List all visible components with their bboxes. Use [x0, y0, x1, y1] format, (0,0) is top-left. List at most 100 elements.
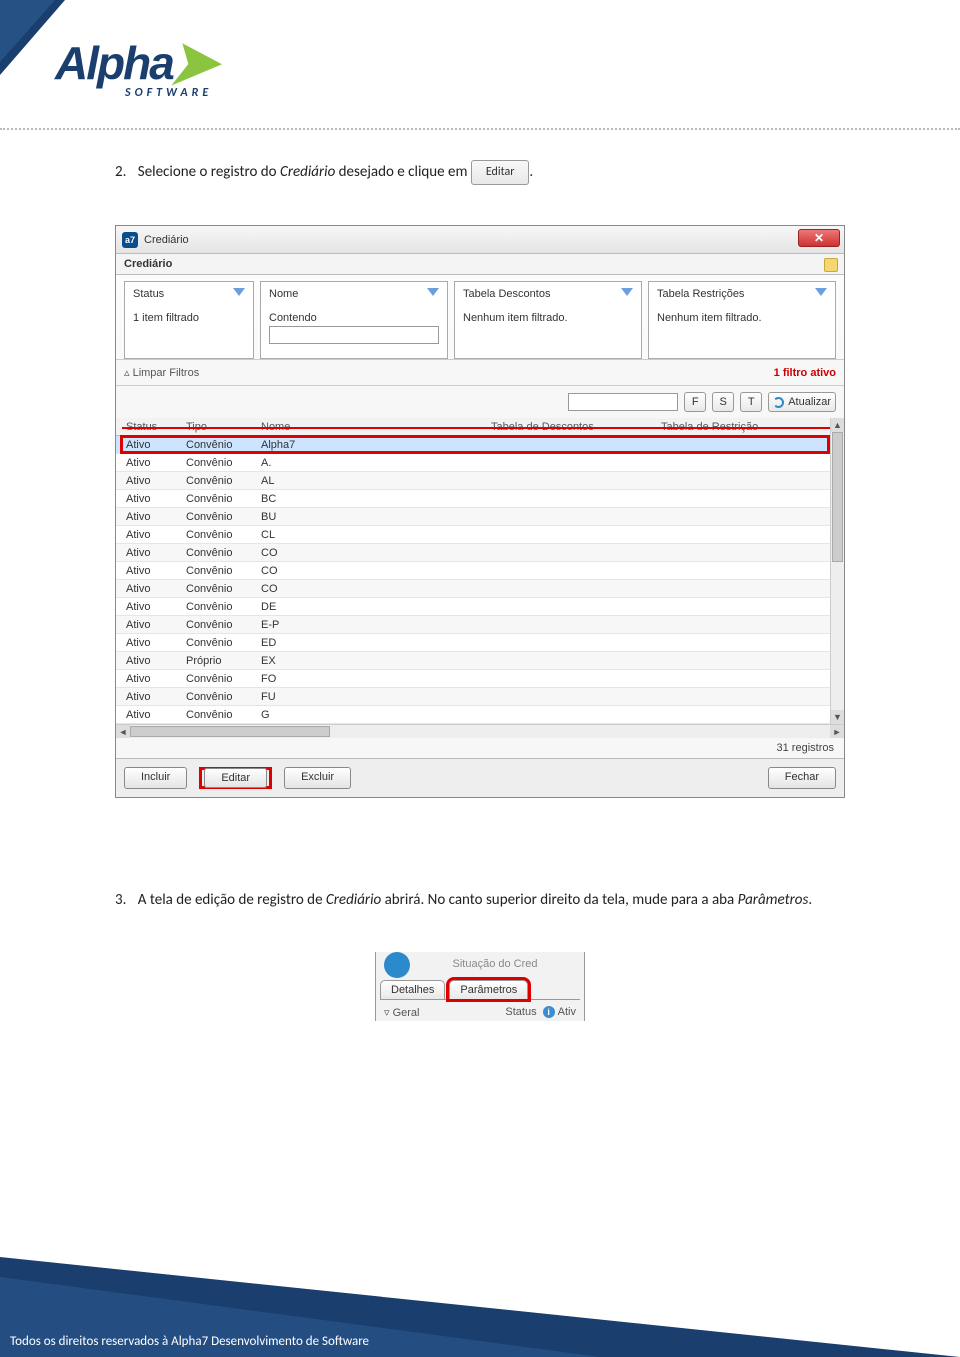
grid-search-input[interactable]	[568, 393, 678, 411]
table-row[interactable]: AtivoConvênioFU	[116, 688, 844, 706]
filter-status[interactable]: Status 1 item filtrado	[124, 281, 254, 359]
filter-s-button[interactable]: S	[712, 392, 734, 412]
table-row[interactable]: AtivoPróprioEX	[116, 652, 844, 670]
cell-tipo: Convênio	[186, 637, 261, 649]
table-row[interactable]: AtivoConvênioCO	[116, 544, 844, 562]
table-row[interactable]: AtivoConvênioCO	[116, 580, 844, 598]
col-header-status[interactable]: Status	[116, 421, 186, 433]
scroll-down-icon[interactable]: ▼	[831, 710, 844, 724]
tabs-row: Detalhes Parâmetros	[380, 980, 580, 999]
inline-editar-button[interactable]: Editar	[471, 160, 530, 185]
page-footer: Alpha7 | Desenvolvimento de Software con…	[0, 1257, 960, 1357]
cell-tipo: Convênio	[186, 709, 261, 721]
vertical-scrollbar[interactable]: ▲ ▼	[830, 418, 844, 724]
cell-tipo: Convênio	[186, 619, 261, 631]
scroll-up-icon[interactable]: ▲	[831, 418, 844, 432]
filter-nome-input[interactable]	[269, 326, 439, 344]
scroll-right-icon[interactable]: ►	[830, 725, 844, 738]
cell-tipo: Convênio	[186, 547, 261, 559]
col-header-nome[interactable]: Nome	[261, 421, 491, 433]
table-row[interactable]: AtivoConvênioED	[116, 634, 844, 652]
limpar-filtros-link[interactable]: Limpar Filtros	[124, 366, 199, 379]
funnel-icon	[815, 288, 827, 300]
blue-circle-icon	[384, 952, 410, 978]
step-3-text-b: abrirá. No canto superior direito da tel…	[381, 891, 737, 909]
window-close-button[interactable]: ✕	[798, 229, 840, 247]
table-row[interactable]: AtivoConvênioDE	[116, 598, 844, 616]
col-header-tdesc[interactable]: Tabela de Descontos	[491, 421, 661, 433]
filter-tabela-descontos[interactable]: Tabela Descontos Nenhum item filtrado.	[454, 281, 642, 359]
step-2-text-b: desejado e clique em	[335, 163, 471, 181]
cell-nome: FU	[261, 691, 491, 703]
cell-nome: A.	[261, 457, 491, 469]
grid-header: Status Tipo Nome Tabela de Descontos Tab…	[116, 418, 844, 436]
filtro-ativo-label: 1 filtro ativo	[774, 367, 836, 379]
step-3-em2: Parâmetros	[738, 891, 809, 909]
cell-status: Ativo	[116, 673, 186, 685]
filter-f-button[interactable]: F	[684, 392, 706, 412]
filter-tabela-restricoes[interactable]: Tabela Restrições Nenhum item filtrado.	[648, 281, 836, 359]
tab-detalhes[interactable]: Detalhes	[380, 980, 445, 999]
table-row[interactable]: AtivoConvênioBC	[116, 490, 844, 508]
table-row[interactable]: AtivoConvênioG	[116, 706, 844, 724]
cell-tipo: Próprio	[186, 655, 261, 667]
cell-tipo: Convênio	[186, 475, 261, 487]
info-icon[interactable]: i	[543, 1006, 555, 1018]
table-row[interactable]: AtivoConvênioBU	[116, 508, 844, 526]
cell-tipo: Convênio	[186, 529, 261, 541]
cell-nome: BC	[261, 493, 491, 505]
cell-tipo: Convênio	[186, 439, 261, 451]
filter-nome-label: Nome	[269, 288, 298, 300]
filter-nome[interactable]: Nome Contendo	[260, 281, 448, 359]
table-row[interactable]: AtivoConvênioAL	[116, 472, 844, 490]
cell-nome: CO	[261, 565, 491, 577]
ss2-top-fragment: Situação do Cred	[380, 956, 580, 978]
grid-area: Status Tipo Nome Tabela de Descontos Tab…	[116, 418, 844, 724]
footer-copyright: Todos os direitos reservados à Alpha7 De…	[10, 1334, 369, 1349]
window-menubar: Crediário	[116, 254, 844, 275]
cell-status: Ativo	[116, 457, 186, 469]
excluir-button[interactable]: Excluir	[284, 767, 351, 789]
table-row[interactable]: AtivoConvênioE-P	[116, 616, 844, 634]
fechar-button[interactable]: Fechar	[768, 767, 836, 789]
table-row[interactable]: AtivoConvênioCO	[116, 562, 844, 580]
cell-status: Ativo	[116, 709, 186, 721]
cell-status: Ativo	[116, 691, 186, 703]
cell-nome: BU	[261, 511, 491, 523]
scrollbar-thumb[interactable]	[832, 432, 843, 562]
filter-t-button[interactable]: T	[740, 392, 762, 412]
col-header-trest[interactable]: Tabela de Restrição	[661, 421, 830, 433]
window-titlebar: a7 Crediário ✕	[116, 226, 844, 254]
cell-nome: Alpha7	[261, 439, 491, 451]
col-header-tipo[interactable]: Tipo	[186, 421, 261, 433]
hscroll-thumb[interactable]	[130, 726, 330, 737]
table-row[interactable]: AtivoConvênioAlpha7	[116, 436, 844, 454]
help-icon[interactable]	[824, 258, 838, 272]
editar-highlight: Editar	[199, 767, 272, 789]
table-row[interactable]: AtivoConvênioCL	[116, 526, 844, 544]
grid-status-line: 31 registros	[116, 738, 844, 758]
funnel-icon	[233, 288, 245, 300]
registros-count: 31 registros	[777, 742, 834, 754]
scroll-left-icon[interactable]: ◄	[116, 725, 130, 738]
atualizar-button[interactable]: Atualizar	[768, 392, 836, 412]
horizontal-scrollbar[interactable]: ◄ ►	[116, 724, 844, 738]
geral-label[interactable]: ▿ Geral	[384, 1006, 419, 1019]
page-content: 2. Selecione o registro do Crediário des…	[115, 160, 845, 1021]
incluir-button[interactable]: Incluir	[124, 767, 187, 789]
cell-status: Ativo	[116, 637, 186, 649]
logo-subtext: SOFTWARE	[125, 86, 212, 100]
tab-parametros[interactable]: Parâmetros	[449, 980, 528, 999]
cell-tipo: Convênio	[186, 673, 261, 685]
step-2-number: 2.	[115, 163, 126, 181]
cell-nome: CO	[261, 583, 491, 595]
filter-row: Status 1 item filtrado Nome Contendo Tab…	[116, 275, 844, 359]
page-number: 7	[933, 1292, 940, 1309]
cell-tipo: Convênio	[186, 583, 261, 595]
table-row[interactable]: AtivoConvênioFO	[116, 670, 844, 688]
table-row[interactable]: AtivoConvênioA.	[116, 454, 844, 472]
editar-button[interactable]: Editar	[204, 768, 267, 788]
step-3-em1: Crediário	[326, 891, 381, 909]
clear-filter-row: Limpar Filtros 1 filtro ativo	[116, 359, 844, 386]
cell-status: Ativo	[116, 655, 186, 667]
